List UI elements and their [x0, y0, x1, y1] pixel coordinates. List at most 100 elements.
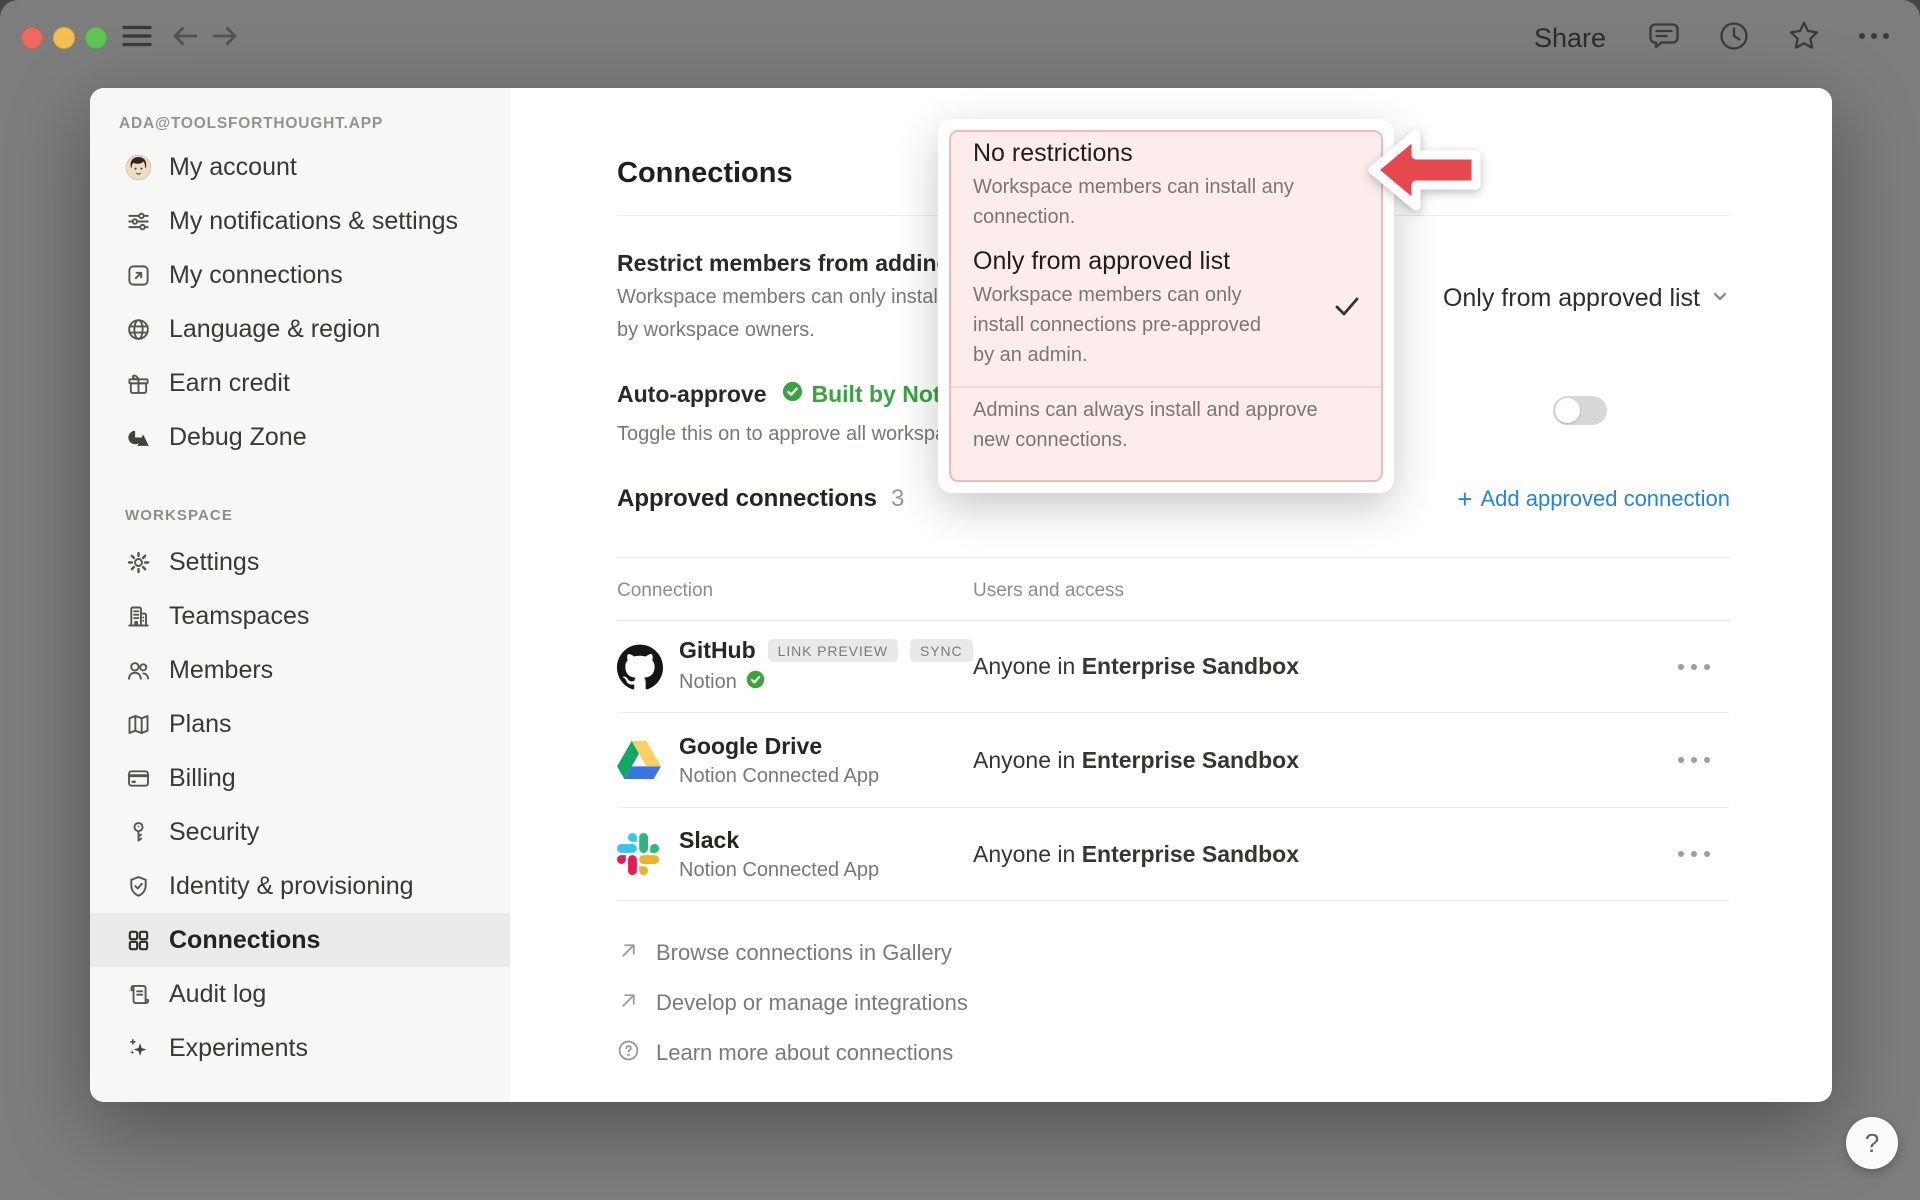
users-access-value: Anyone in Enterprise Sandbox — [973, 747, 1674, 774]
globe-icon — [125, 316, 152, 343]
sidebar-toggle-button[interactable] — [119, 20, 155, 56]
grid-icon — [125, 927, 152, 954]
sidebar-item-my-connections[interactable]: My connections — [90, 248, 510, 302]
arrow-up-right-box-icon — [125, 262, 152, 289]
table-row-slack: Slack Notion Connected App Anyone in Ent… — [617, 808, 1730, 901]
share-button[interactable]: Share — [1526, 19, 1614, 58]
sidebar-item-billing[interactable]: Billing — [90, 751, 510, 805]
key-icon — [125, 819, 152, 846]
google-drive-icon — [617, 741, 679, 779]
footer-links: Browse connections in Gallery Develop or… — [617, 928, 1730, 1078]
learn-more-link[interactable]: Learn more about connections — [617, 1028, 1730, 1078]
plus-icon: + — [1457, 488, 1472, 510]
sidebar-item-label: Teamspaces — [169, 602, 309, 631]
column-header-users-access: Users and access — [973, 580, 1124, 604]
sidebar-item-members[interactable]: Members — [90, 643, 510, 697]
annotation-arrow-icon — [1366, 124, 1484, 221]
slack-icon — [617, 833, 679, 875]
menu-item-no-restrictions[interactable]: No restrictions Workspace members can in… — [973, 138, 1359, 232]
browse-gallery-link[interactable]: Browse connections in Gallery — [617, 928, 1730, 978]
restriction-dropdown-value: Only from approved list — [1443, 284, 1700, 313]
sidebar-item-label: Earn credit — [169, 369, 290, 398]
verified-check-icon — [781, 380, 804, 408]
sidebar-item-settings[interactable]: Settings — [90, 535, 510, 589]
sidebar-item-audit-log[interactable]: Audit log — [90, 967, 510, 1021]
arrow-left-icon — [170, 21, 200, 56]
connection-name: GitHub — [679, 637, 756, 664]
sidebar-item-plans[interactable]: Plans — [90, 697, 510, 751]
sidebar-item-label: Experiments — [169, 1034, 308, 1063]
minimize-window-button[interactable] — [53, 27, 75, 49]
more-options-button[interactable] — [1854, 18, 1894, 58]
help-button[interactable]: ? — [1846, 1117, 1898, 1169]
restriction-dropdown-menu: No restrictions Workspace members can in… — [938, 119, 1394, 493]
hamburger-icon — [122, 21, 152, 56]
comments-button[interactable] — [1644, 18, 1684, 58]
restriction-dropdown[interactable]: Only from approved list — [1443, 284, 1730, 313]
sidebar-item-teamspaces[interactable]: Teamspaces — [90, 589, 510, 643]
sync-badge: SYNC — [910, 639, 973, 662]
scroll-icon — [125, 981, 152, 1008]
table-row-google-drive: Google Drive Notion Connected App Anyone… — [617, 713, 1730, 808]
avatar — [125, 154, 152, 181]
favorite-button[interactable] — [1784, 18, 1824, 58]
sparkles-icon — [125, 1035, 152, 1062]
column-header-connection: Connection — [617, 580, 973, 604]
approved-connections-title: Approved connections — [617, 485, 877, 513]
github-icon — [617, 644, 679, 690]
credit-card-icon — [125, 765, 152, 792]
workspace-section-label: WORKSPACE — [125, 504, 510, 528]
sidebar-item-label: Audit log — [169, 980, 266, 1009]
sidebar-item-connections[interactable]: Connections — [90, 913, 510, 967]
zoom-window-button[interactable] — [85, 27, 107, 49]
gear-icon — [125, 549, 152, 576]
people-icon — [125, 657, 152, 684]
sidebar-item-label: My connections — [169, 261, 343, 290]
add-approved-connection-button[interactable]: + Add approved connection — [1457, 486, 1730, 512]
sidebar-item-label: Debug Zone — [169, 423, 307, 452]
auto-approve-toggle[interactable] — [1553, 396, 1607, 425]
menu-divider — [951, 386, 1381, 388]
sidebar-item-earn-credit[interactable]: Earn credit — [90, 356, 510, 410]
menu-footnote: Admins can always install and approve ne… — [973, 395, 1359, 455]
star-icon — [1786, 18, 1822, 59]
row-menu-button[interactable] — [1674, 749, 1714, 771]
sidebar-item-security[interactable]: Security — [90, 805, 510, 859]
sidebar-item-debug-zone[interactable]: Debug Zone — [90, 410, 510, 464]
comment-icon — [1647, 19, 1681, 58]
settings-sidebar: ADA@TOOLSFORTHOUGHT.APP My account My no… — [90, 88, 510, 1102]
auto-approve-title: Auto-approve — [617, 379, 767, 409]
develop-integrations-link[interactable]: Develop or manage integrations — [617, 978, 1730, 1028]
users-access-value: Anyone in Enterprise Sandbox — [973, 841, 1674, 868]
connection-subtitle: Notion Connected App — [679, 859, 879, 882]
connection-name: Slack — [679, 827, 739, 854]
sidebar-item-label: Language & region — [169, 315, 380, 344]
sidebar-item-label: Identity & provisioning — [169, 872, 414, 901]
menu-item-only-approved-list[interactable]: Only from approved list Workspace member… — [973, 246, 1359, 370]
users-access-value: Anyone in Enterprise Sandbox — [973, 653, 1674, 680]
sidebar-item-label: Members — [169, 656, 273, 685]
sidebar-item-label: Plans — [169, 710, 232, 739]
sidebar-item-label: Security — [169, 818, 259, 847]
history-button[interactable] — [1714, 18, 1754, 58]
approved-divider — [617, 557, 1730, 558]
toggle-knob — [1555, 398, 1580, 423]
sidebar-item-language-region[interactable]: Language & region — [90, 302, 510, 356]
account-email: ADA@TOOLSFORTHOUGHT.APP — [119, 112, 510, 136]
app-window: Share ADA@TOOLSFORTHOUGHT.APP My account… — [0, 0, 1920, 1200]
sidebar-item-identity-provisioning[interactable]: Identity & provisioning — [90, 859, 510, 913]
sidebar-item-label: Settings — [169, 548, 259, 577]
clock-icon — [1717, 19, 1751, 58]
sidebar-item-experiments[interactable]: Experiments — [90, 1021, 510, 1075]
forward-button[interactable] — [207, 20, 243, 56]
chevron-down-icon — [1710, 286, 1730, 311]
connection-subtitle: Notion Connected App — [679, 765, 879, 788]
sidebar-item-my-account[interactable]: My account — [90, 140, 510, 194]
back-button[interactable] — [167, 20, 203, 56]
sliders-icon — [125, 208, 152, 235]
debug-shapes-icon — [125, 424, 152, 451]
sidebar-item-my-notifications[interactable]: My notifications & settings — [90, 194, 510, 248]
row-menu-button[interactable] — [1674, 656, 1714, 678]
close-window-button[interactable] — [21, 27, 43, 49]
row-menu-button[interactable] — [1674, 843, 1714, 865]
